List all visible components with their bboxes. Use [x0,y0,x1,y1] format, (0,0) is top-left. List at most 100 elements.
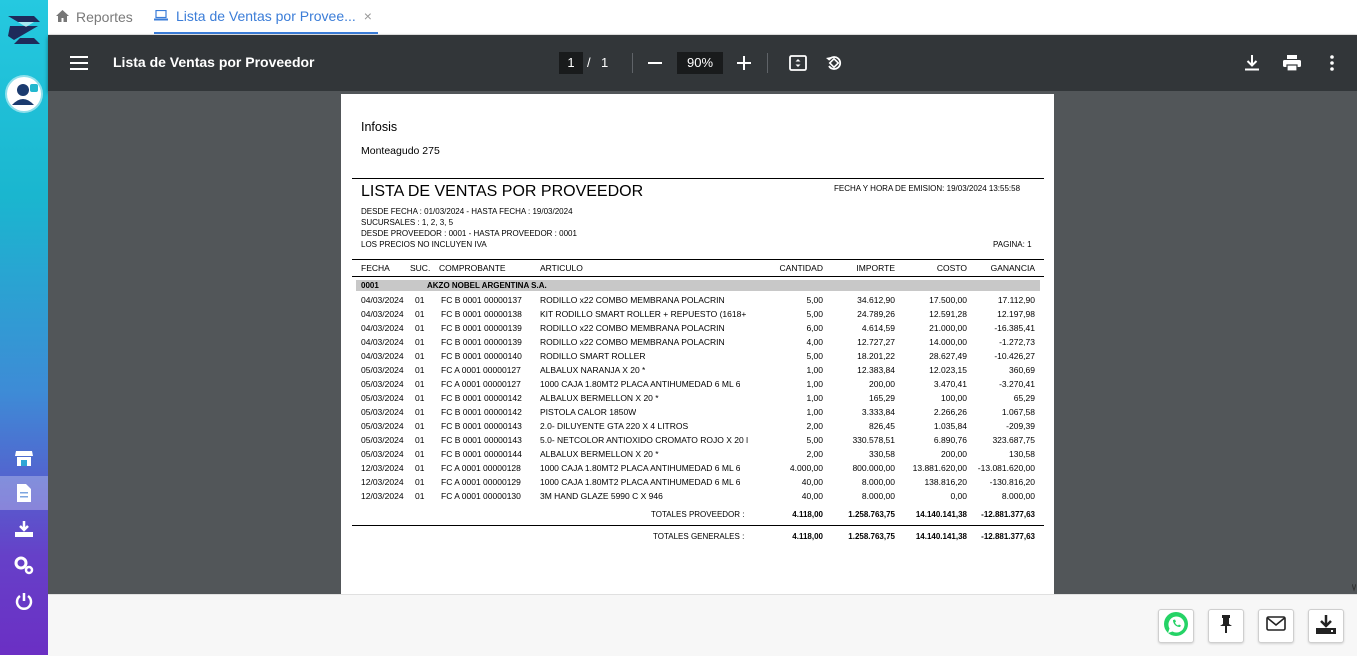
whatsapp-button[interactable] [1158,609,1194,643]
document-title: Lista de Ventas por Proveedor [113,54,315,70]
cell-comprobante: FC A 0001 00000128 [441,463,521,473]
download-file-button[interactable] [1308,609,1344,643]
cell-comprobante: FC B 0001 00000143 [441,421,522,431]
company-name: Infosis [361,120,398,134]
email-button[interactable] [1258,609,1294,643]
cell-articulo: 3M HAND GLAZE 5990 C X 946 [540,491,663,501]
table-row: 12/03/2024 01 FC A 0001 00000128 1000 CAJA … [341,463,1054,477]
pin-button[interactable] [1208,609,1244,643]
cell-ganancia: -16.385,41 [994,323,1035,333]
download-icon[interactable] [1241,35,1263,91]
cell-fecha: 04/03/2024 [361,323,404,333]
total-cantidad: 4.118,00 [792,510,823,519]
cell-fecha: 05/03/2024 [361,435,404,445]
column-header: ARTICULO [540,263,583,273]
total-costo: 14.140.141,38 [915,532,967,541]
print-icon[interactable] [1281,35,1303,91]
table-row: 05/03/2024 01 FC B 0001 00000142 ALBALUX BE… [341,393,1054,407]
tab-reportes[interactable]: Reportes [56,0,133,34]
column-header: COSTO [936,263,967,273]
cell-sucursal: 01 [415,295,425,305]
table-row: 05/03/2024 01 FC B 0001 00000142 PISTOLA CA… [341,407,1054,421]
cell-fecha: 12/03/2024 [361,491,404,501]
tab-bar: Reportes Lista de Ventas por Provee... × [48,0,1357,35]
cell-ganancia: -1.272,73 [999,337,1035,347]
cell-sucursal: 01 [415,421,425,431]
app-logo[interactable] [4,10,44,50]
settings-icon[interactable] [0,548,48,582]
cell-articulo: RODILLO x22 COMBO MEMBRANA POLACRIN [540,337,725,347]
supplier-name: AKZO NOBEL ARGENTINA S.A. [427,281,547,290]
cell-comprobante: FC B 0001 00000139 [441,323,522,333]
cell-sucursal: 01 [415,351,425,361]
cell-importe: 12.727,27 [857,337,895,347]
cell-comprobante: FC A 0001 00000130 [441,491,521,501]
cell-importe: 4.614,59 [861,323,895,333]
cell-articulo: 1000 CAJA 1.80MT2 PLACA ANTIHUMEDAD 6 ML… [540,463,741,473]
cell-fecha: 04/03/2024 [361,351,404,361]
cell-sucursal: 01 [415,477,425,487]
cell-ganancia: 360,69 [1009,365,1035,375]
laptop-icon [154,8,168,24]
document-icon[interactable] [0,476,48,510]
menu-icon[interactable] [68,35,90,91]
table-header: FECHA SUC. COMPROBANTE ARTICULO CANTIDAD… [341,263,1054,277]
table-row: 04/03/2024 01 FC B 0001 00000137 RODILLO x2… [341,295,1054,309]
close-icon[interactable]: × [364,8,372,24]
cell-ganancia: 323.687,75 [992,435,1035,445]
table-row: 12/03/2024 01 FC A 0001 00000129 1000 CAJA … [341,477,1054,491]
table-row: 05/03/2024 01 FC B 0001 00000143 5.0- NETCO… [341,435,1054,449]
cell-ganancia: 130,58 [1009,449,1035,459]
supplier-totals: TOTALES PROVEEDOR : 4.118,00 1.258.763,7… [341,510,1054,524]
more-options-icon[interactable] [1322,35,1342,91]
download-tray-icon[interactable] [0,512,48,546]
cell-fecha: 12/03/2024 [361,477,404,487]
cell-articulo: 1000 CAJA 1.80MT2 PLACA ANTIHUMEDAD 6 ML… [540,379,741,389]
totals-label: TOTALES GENERALES : [653,532,745,541]
totals-label: TOTALES PROVEEDOR : [651,510,745,519]
cell-fecha: 12/03/2024 [361,463,404,473]
page-total: 1 [601,55,609,70]
table-row: 04/03/2024 01 FC B 0001 00000139 RODILLO x2… [341,337,1054,351]
cell-costo: 21.000,00 [929,323,967,333]
cell-importe: 165,29 [869,393,895,403]
cell-articulo: RODILLO SMART ROLLER [540,351,646,361]
cell-costo: 138.816,20 [924,477,967,487]
page-label: PAGINA: 1 [993,240,1032,249]
cell-fecha: 05/03/2024 [361,365,404,375]
cell-comprobante: FC A 0001 00000129 [441,477,521,487]
cell-sucursal: 01 [415,435,425,445]
cell-fecha: 05/03/2024 [361,393,404,403]
cell-comprobante: FC B 0001 00000144 [441,449,522,459]
user-avatar[interactable] [7,77,41,111]
divider [632,53,633,73]
tab-lista-ventas[interactable]: Lista de Ventas por Provee... × [154,0,378,34]
zoom-out-icon[interactable] [646,35,664,91]
cell-ganancia: 8.000,00 [1001,491,1035,501]
cell-cantidad: 5,00 [806,295,823,305]
filter-supplier: DESDE PROVEEDOR : 0001 - HASTA PROVEEDOR… [361,229,577,238]
cell-ganancia: -13.081.620,00 [977,463,1035,473]
store-icon[interactable] [0,441,48,475]
filter-branches: SUCURSALES : 1, 2, 3, 5 [361,218,454,227]
fit-page-icon[interactable] [787,35,809,91]
cell-importe: 8.000,00 [861,477,895,487]
scrollbar[interactable] [1351,579,1357,593]
pdf-toolbar: Lista de Ventas por Proveedor 1 / 1 90% [48,35,1357,91]
cell-articulo: 5.0- NETCOLOR ANTIOXIDO CROMATO ROJO X 2… [540,435,748,445]
column-header: SUC. [410,263,431,273]
cell-comprobante: FC B 0001 00000139 [441,337,522,347]
rotate-icon[interactable] [823,35,845,91]
zoom-in-icon[interactable] [735,35,753,91]
power-icon[interactable] [0,584,48,618]
cell-articulo: RODILLO x22 COMBO MEMBRANA POLACRIN [540,323,725,333]
cell-sucursal: 01 [415,449,425,459]
cell-fecha: 04/03/2024 [361,309,404,319]
table-row: 05/03/2024 01 FC A 0001 00000127 ALBALUX NA… [341,365,1054,379]
cell-ganancia: -3.270,41 [999,379,1035,389]
cell-comprobante: FC B 0001 00000143 [441,435,522,445]
zoom-input[interactable]: 90% [677,52,723,74]
pdf-viewer[interactable]: Infosis Monteagudo 275 LISTA DE VENTAS P… [48,91,1357,594]
cell-cantidad: 6,00 [806,323,823,333]
page-number-input[interactable]: 1 [559,52,583,74]
